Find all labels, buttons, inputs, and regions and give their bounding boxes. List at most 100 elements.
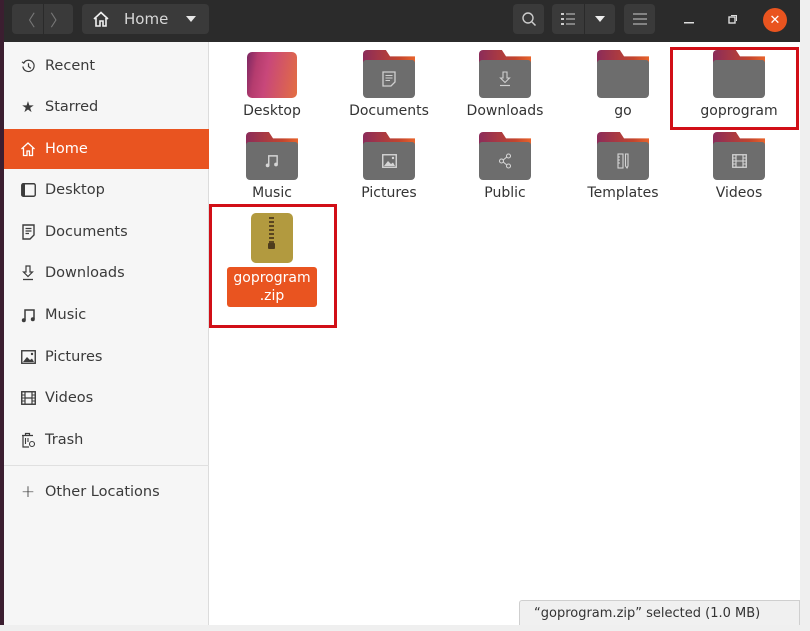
file-name: Downloads	[466, 103, 544, 119]
file-name: Music	[252, 185, 292, 201]
picture-icon	[20, 349, 36, 365]
location-path-button[interactable]: Home	[82, 4, 209, 34]
sidebar-item-pictures[interactable]: Pictures	[4, 337, 209, 377]
chevron-left-icon: 〈	[19, 11, 36, 30]
maximize-button[interactable]	[720, 8, 744, 32]
file-view: Desktop Documents Downloads go goprogram…	[209, 42, 800, 625]
view-options-dropdown[interactable]	[583, 4, 615, 34]
folder-icon	[713, 132, 765, 180]
folder-icon	[597, 132, 649, 180]
sidebar-item-starred[interactable]: ★ Starred	[4, 87, 209, 127]
hamburger-menu-icon	[632, 13, 647, 25]
home-icon	[93, 11, 109, 27]
annotation-highlight-box	[670, 47, 799, 130]
search-icon	[521, 12, 536, 27]
folder-icon	[363, 132, 415, 180]
forward-button[interactable]: 〉	[42, 4, 73, 34]
sidebar-item-label: Other Locations	[45, 484, 160, 500]
file-item[interactable]: Public	[447, 132, 563, 202]
sidebar-item-label: Pictures	[45, 349, 103, 365]
sidebar-item-downloads[interactable]: Downloads	[4, 253, 209, 293]
picture-emblem-icon	[381, 154, 397, 168]
search-button[interactable]	[513, 4, 544, 34]
desktop-icon	[20, 182, 36, 198]
back-button[interactable]: 〈	[13, 4, 43, 34]
film-icon	[20, 390, 36, 406]
file-name: go	[614, 103, 632, 119]
sidebar-item-music[interactable]: Music	[4, 295, 209, 335]
sidebar: Recent ★ Starred Home Desktop Documents …	[4, 42, 209, 625]
sidebar-item-label: Recent	[45, 58, 96, 74]
folder-icon	[363, 50, 415, 98]
sidebar-item-recent[interactable]: Recent	[4, 46, 209, 86]
trash-icon	[20, 432, 36, 448]
window-margin	[800, 0, 810, 631]
sidebar-item-label: Documents	[45, 224, 128, 240]
selection-status: “goprogram.zip” selected (1.0 MB)	[519, 600, 800, 625]
list-view-icon	[561, 13, 575, 25]
sidebar-item-videos[interactable]: Videos	[4, 378, 209, 418]
sidebar-item-label: Downloads	[45, 265, 125, 281]
music-icon	[20, 307, 36, 323]
sidebar-item-label: Music	[45, 307, 87, 323]
close-button[interactable]: ✕	[763, 8, 787, 32]
caret-down-icon	[594, 16, 605, 22]
share-emblem-icon	[498, 153, 512, 169]
sidebar-separator	[4, 465, 209, 466]
file-name: Templates	[587, 185, 659, 201]
file-name: Public	[484, 185, 526, 201]
navigation-buttons: 〈 〉	[12, 4, 73, 34]
close-icon: ✕	[769, 12, 781, 28]
file-name: Pictures	[361, 185, 417, 201]
folder-icon	[479, 132, 531, 180]
list-view-button[interactable]	[553, 4, 584, 34]
file-item[interactable]: Pictures	[331, 132, 447, 202]
template-emblem-icon	[617, 153, 629, 169]
chevron-right-icon: 〉	[49, 11, 66, 30]
sidebar-item-home[interactable]: Home	[4, 129, 209, 169]
desktop-folder-icon	[247, 52, 297, 98]
sidebar-item-label: Home	[45, 141, 88, 157]
file-item[interactable]: Documents	[331, 50, 447, 120]
caret-down-icon	[186, 16, 197, 22]
view-toggle-group	[552, 4, 615, 34]
music-emblem-icon	[265, 155, 278, 168]
sidebar-item-label: Videos	[45, 390, 94, 406]
sidebar-item-label: Starred	[45, 99, 99, 115]
sidebar-item-documents[interactable]: Documents	[4, 212, 209, 252]
file-name: Documents	[349, 103, 429, 119]
sidebar-item-trash[interactable]: Trash	[4, 420, 209, 460]
sidebar-item-other-locations[interactable]: + Other Locations	[4, 472, 209, 512]
file-item[interactable]: Videos	[681, 132, 797, 202]
file-item[interactable]: Music	[214, 132, 330, 202]
file-name: Videos	[715, 185, 763, 201]
sidebar-item-label: Desktop	[45, 182, 105, 198]
file-name: Desktop	[243, 103, 301, 119]
folder-icon	[246, 132, 298, 180]
plus-icon: +	[20, 482, 36, 502]
document-icon	[20, 224, 36, 240]
folder-icon	[597, 50, 649, 98]
download-emblem-icon	[499, 71, 511, 87]
sidebar-item-label: Trash	[45, 432, 84, 448]
minimize-button[interactable]	[677, 8, 701, 32]
minimize-icon	[684, 22, 694, 24]
main-menu-button[interactable]	[624, 4, 655, 34]
file-item[interactable]: go	[565, 50, 681, 120]
file-item[interactable]: Desktop	[214, 52, 330, 120]
annotation-highlight-box	[209, 204, 337, 328]
star-icon: ★	[21, 98, 35, 116]
home-icon	[20, 141, 36, 157]
desktop-edge	[0, 0, 4, 625]
location-label: Home	[124, 10, 169, 28]
folder-icon	[479, 50, 531, 98]
file-item[interactable]: Templates	[565, 132, 681, 202]
header-bar: 〈 〉 Home ✕	[0, 0, 800, 42]
file-item[interactable]: Downloads	[447, 50, 563, 120]
clock-icon	[20, 58, 36, 74]
download-icon	[20, 265, 36, 281]
sidebar-item-desktop[interactable]: Desktop	[4, 170, 209, 210]
restore-icon	[728, 15, 737, 24]
file-manager-window: 〈 〉 Home ✕ Recent ★ Starred Home Desktop…	[0, 0, 800, 625]
document-emblem-icon	[382, 71, 396, 87]
